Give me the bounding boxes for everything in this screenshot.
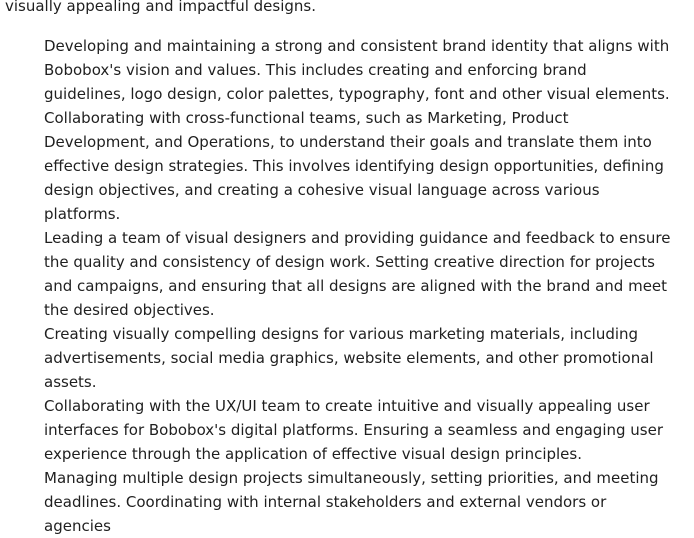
responsibility-marketing-designs: Creating visually compelling designs for… [44,325,654,391]
intro-paragraph-tail: visually appealing and impactful designs… [5,0,317,15]
responsibility-project-management: Managing multiple design projects simult… [44,469,659,535]
responsibility-ux-ui: Collaborating with the UX/UI team to cre… [44,397,664,463]
responsibilities-list: Developing and maintaining a strong and … [0,34,672,538]
job-description: visually appealing and impactful designs… [0,0,694,538]
responsibility-cross-functional: Collaborating with cross-functional team… [44,109,664,223]
responsibility-brand-identity: Developing and maintaining a strong and … [44,37,670,103]
responsibility-team-leadership: Leading a team of visual designers and p… [44,229,671,319]
